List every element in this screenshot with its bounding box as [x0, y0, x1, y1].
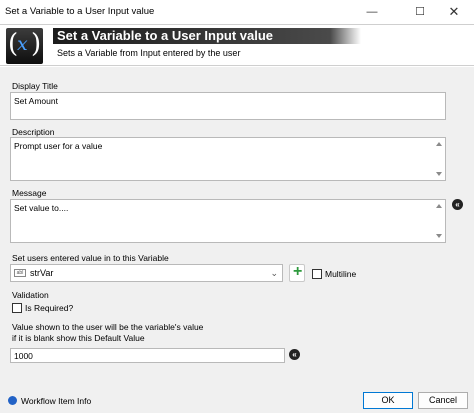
workflow-item-info-link[interactable]: Workflow Item Info — [21, 396, 91, 406]
variable-select[interactable]: abl strVar ⌄ — [10, 264, 283, 282]
message-input[interactable]: Set value to.... — [10, 199, 446, 243]
chevron-down-icon: ⌄ — [270, 268, 278, 278]
title-bar: Set a Variable to a User Input value — ☐… — [0, 0, 474, 24]
default-value-label-line1: Value shown to the user will be the vari… — [12, 322, 204, 332]
multiline-checkbox[interactable] — [312, 269, 322, 279]
ok-button[interactable]: OK — [363, 392, 413, 409]
variable-label: Set users entered value in to this Varia… — [12, 253, 169, 263]
window-title: Set a Variable to a User Input value — [5, 6, 155, 17]
description-label: Description — [12, 127, 55, 137]
default-value-input[interactable]: 1000 — [10, 348, 285, 363]
variable-logo-icon: ( x ) — [6, 28, 43, 64]
validation-label: Validation — [12, 290, 49, 300]
message-label: Message — [12, 188, 47, 198]
display-title-label: Display Title — [12, 81, 58, 91]
default-value-label-line2: if it is blank show this Default Value — [12, 333, 145, 343]
header-title: Set a Variable to a User Input value — [57, 28, 274, 43]
header-subtitle: Sets a Variable from Input entered by th… — [57, 48, 241, 58]
close-button[interactable]: ✕ — [434, 0, 474, 24]
minimize-button[interactable]: — — [352, 0, 392, 24]
is-required-label: Is Required? — [25, 303, 74, 313]
message-clear-icon[interactable]: « — [452, 199, 463, 210]
plus-icon: + — [293, 263, 303, 280]
text-variable-icon: abl — [14, 269, 26, 277]
header: ( x ) Set a Variable to a User Input val… — [0, 24, 474, 66]
description-scrollbar[interactable] — [433, 138, 445, 180]
footer: Workflow Item Info OK Cancel — [0, 390, 474, 413]
info-icon — [8, 396, 17, 405]
variable-value: strVar — [30, 268, 54, 278]
add-variable-button[interactable]: + — [289, 263, 305, 282]
message-scrollbar[interactable] — [433, 200, 445, 242]
is-required-checkbox[interactable] — [12, 303, 22, 313]
multiline-label: Multiline — [325, 269, 357, 279]
form-body: Display Title Set Amount Description Pro… — [0, 67, 474, 390]
cancel-button[interactable]: Cancel — [418, 392, 468, 409]
default-value-clear-icon[interactable]: « — [289, 349, 300, 360]
description-input[interactable]: Prompt user for a value — [10, 137, 446, 181]
header-banner: Set a Variable to a User Input value — [53, 28, 361, 44]
display-title-input[interactable]: Set Amount — [10, 92, 446, 120]
